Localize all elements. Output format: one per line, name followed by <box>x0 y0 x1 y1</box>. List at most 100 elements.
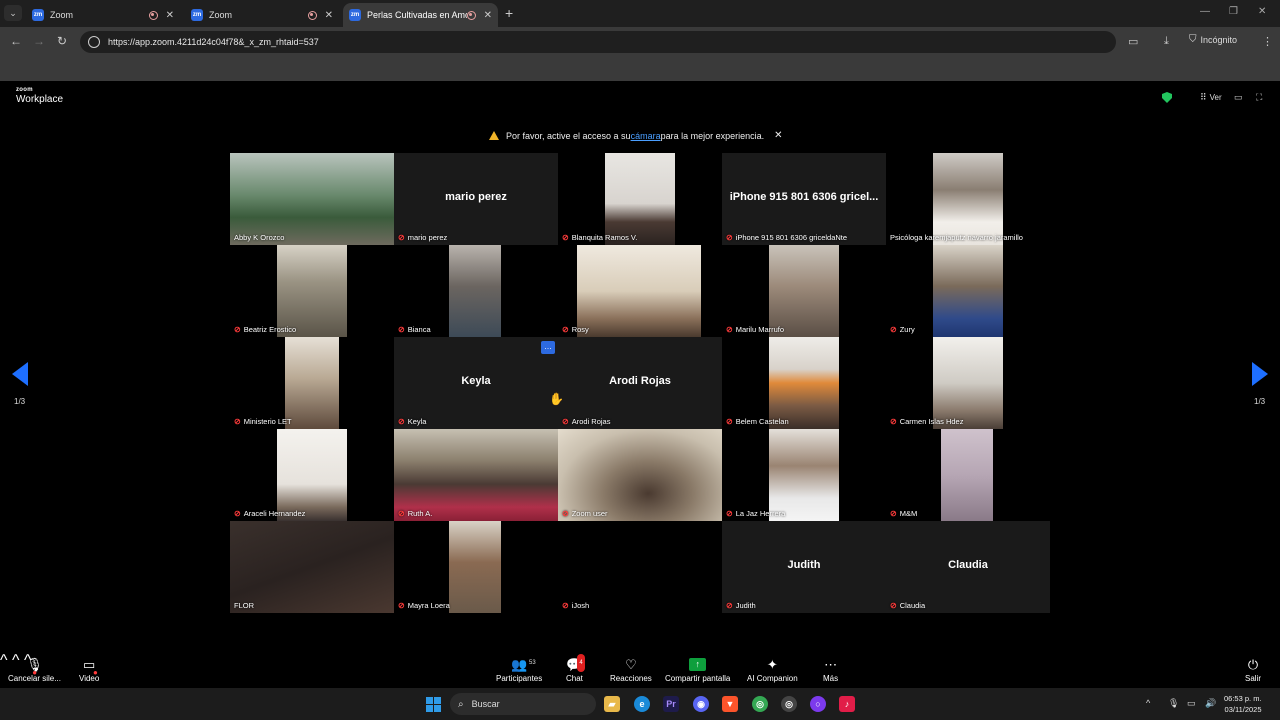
more-button[interactable]: ⋯ Más <box>823 656 838 683</box>
participant-tile-araceli[interactable]: ⊘ Araceli Hernandez <box>230 429 394 521</box>
view-button[interactable]: ⠿ Ver <box>1200 92 1222 103</box>
reader-mode-icon[interactable]: ▭ <box>1128 35 1138 48</box>
participant-tile-belem[interactable]: ⊘ Belem Castelan <box>722 337 886 429</box>
mic-muted-icon: ⊘ <box>726 233 733 242</box>
notice-close-icon[interactable]: ✕ <box>774 130 782 141</box>
tab-close-icon[interactable]: ✕ <box>166 10 174 21</box>
participant-name-tag: ⊘ Claudia <box>890 601 926 610</box>
browser-tab-perlas[interactable]: zm Perlas Cultivadas en Amor ✕ <box>343 3 498 27</box>
participant-tile-psicologa[interactable]: Psicóloga karemjaputz navarro jaramillo <box>886 153 1050 245</box>
participant-name-tag: ⊘ Beatriz Erostico <box>234 325 297 334</box>
participant-tile-rosy[interactable]: ⊘ Rosy <box>558 245 722 337</box>
chat-icon: 💬 4 <box>566 654 585 674</box>
reactions-label: Reacciones <box>610 674 652 683</box>
participant-name-tag: ⊘ Keyla <box>398 417 427 426</box>
participant-tile-mayra[interactable]: ⊘ Mayra Loera <box>394 521 558 613</box>
windows-start-icon[interactable] <box>426 697 441 712</box>
window-close-icon[interactable]: ✕ <box>1258 6 1266 17</box>
unmute-button[interactable]: 🎙 ● Cancelar sile... <box>8 656 61 683</box>
brave-icon[interactable]: ▼ <box>722 696 738 712</box>
encryption-shield-icon[interactable] <box>1162 92 1172 103</box>
participant-name-tag: ⊘ Ministerio LET <box>234 417 292 426</box>
participant-tile-marilu[interactable]: ⊘ Marilu Marrufo <box>722 245 886 337</box>
audio-options-chevron-icon[interactable]: ^ <box>0 652 8 669</box>
participant-tile-mario-perez[interactable]: mario perez ⊘ mario perez <box>394 153 558 245</box>
camera-link[interactable]: cámara <box>631 131 661 141</box>
tray-network-icon[interactable]: ▭ <box>1187 698 1196 709</box>
participant-tile-abby[interactable]: Abby K Orozco <box>230 153 394 245</box>
participant-tile-arodi-rojas[interactable]: Arodi Rojas ⊘ Arodi Rojas <box>558 337 722 429</box>
participant-video <box>933 153 1003 245</box>
address-bar[interactable]: https://app.zoom.4211d24c04f78&_x_zm_rht… <box>80 31 1116 53</box>
reactions-button[interactable]: ♡ Reacciones <box>610 656 652 683</box>
file-explorer-icon[interactable]: ▰ <box>604 696 620 712</box>
minimize-meeting-icon[interactable]: ▭ <box>1234 92 1243 103</box>
participant-name-tag: ⊘ iPhone 915 801 6306 griceldaNte <box>726 233 848 242</box>
download-icon[interactable]: ⤓ <box>1164 35 1169 48</box>
ai-companion-button[interactable]: ✦ AI Companion <box>747 656 798 683</box>
leave-button[interactable]: ⏻ Salir <box>1245 656 1261 683</box>
tray-overflow-icon[interactable]: ^ <box>1146 698 1150 708</box>
participant-tile-m-and-m[interactable]: ⊘ M&M <box>886 429 1050 521</box>
participant-tile-ministerio-let[interactable]: ⊘ Ministerio LET <box>230 337 394 429</box>
participant-name-tag: ⊘ Belem Castelan <box>726 417 789 426</box>
tile-more-options-button[interactable]: … <box>541 341 555 354</box>
participant-tile-flor[interactable]: FLOR <box>230 521 394 613</box>
mic-muted-icon: ⊘ <box>398 417 405 426</box>
leave-label: Salir <box>1245 674 1262 683</box>
back-icon[interactable]: ← <box>10 34 22 48</box>
participant-name-tag: Abby K Orozco <box>234 233 285 242</box>
chat-label: Chat <box>566 674 583 683</box>
discord-icon[interactable]: ◉ <box>693 696 709 712</box>
participant-tile-judith[interactable]: Judith ⊘ Judith <box>722 521 886 613</box>
chrome-icon[interactable]: ◎ <box>752 696 768 712</box>
chat-button[interactable]: 💬 4 Chat <box>566 654 585 683</box>
new-tab-button[interactable]: + <box>505 5 513 21</box>
participant-tile-zury[interactable]: ⊘ Zury <box>886 245 1050 337</box>
tiktok-icon[interactable]: ♪ <box>839 696 855 712</box>
tray-mic-icon[interactable]: 🎙 <box>1168 698 1179 709</box>
previous-page-arrow-icon[interactable] <box>12 362 28 386</box>
browser-menu-icon[interactable]: ⋮ <box>1262 35 1273 48</box>
share-label: Compartir pantalla <box>665 674 731 683</box>
taskbar-clock[interactable]: 06:53 p. m. 03/11/2025 <box>1224 693 1262 715</box>
tray-volume-icon[interactable]: 🔊 <box>1205 698 1216 709</box>
next-page-arrow-icon[interactable] <box>1252 362 1268 386</box>
participant-tile-iphone[interactable]: iPhone 915 801 6306 gricel... ⊘ iPhone 91… <box>722 153 886 245</box>
heart-icon: ♡ <box>625 657 637 672</box>
incognito-indicator[interactable]: ⛉ Incógnito <box>1189 34 1237 45</box>
participant-tile-zoom-user[interactable]: ⊘ Zoom user <box>558 429 722 521</box>
participant-tile-blanquita[interactable]: ⊘ Blanquita Ramos V. <box>558 153 722 245</box>
premiere-icon[interactable]: Pr <box>663 696 679 712</box>
incognito-label: Incógnito <box>1200 34 1238 45</box>
minimize-icon[interactable]: — <box>1200 6 1210 17</box>
participant-tile-la-jaz[interactable]: ⊘ La Jaz Herrera <box>722 429 886 521</box>
forward-icon[interactable]: → <box>33 34 45 48</box>
fullscreen-icon[interactable]: ⛶ <box>1256 92 1262 103</box>
hand-cursor-icon: ✋ <box>549 392 564 406</box>
participant-tile-ruth[interactable]: ⊘ Ruth A. <box>394 429 558 521</box>
tab-search-chevron-icon[interactable]: ⌄ <box>4 5 22 21</box>
participant-tile-claudia[interactable]: Claudia ⊘ Claudia <box>886 521 1050 613</box>
participants-icon: 👥 53 <box>511 656 536 674</box>
participant-tile-bianca[interactable]: ⊘ Bianca <box>394 245 558 337</box>
reload-icon[interactable]: ↻ <box>57 34 67 48</box>
video-button[interactable]: ▭ ● Video <box>79 656 99 683</box>
taskbar-search[interactable]: ⌕ Buscar <box>450 693 596 715</box>
chrome-incognito-icon[interactable]: ◎ <box>781 696 797 712</box>
participant-tile-beatriz[interactable]: ⊘ Beatriz Erostico <box>230 245 394 337</box>
clock-date: 03/11/2025 <box>1224 705 1262 714</box>
tab-close-icon[interactable]: ✕ <box>484 10 492 21</box>
maximize-icon[interactable]: ❐ <box>1229 6 1238 17</box>
share-screen-button[interactable]: ↑ Compartir pantalla <box>665 656 730 683</box>
browser-tab-zoom-2[interactable]: zm Zoom ✕ <box>185 3 339 27</box>
participant-tile-carmen[interactable]: ⊘ Carmen Islas Hdez <box>886 337 1050 429</box>
app-icon[interactable]: ○ <box>810 696 826 712</box>
browser-tab-zoom-1[interactable]: zm Zoom ✕ <box>26 3 180 27</box>
site-info-icon[interactable] <box>88 36 100 48</box>
participant-tile-ijosh[interactable]: ⊘ iJosh <box>558 521 722 613</box>
participant-tile-keyla[interactable]: Keyla ⊘ Keyla <box>394 337 558 429</box>
tab-close-icon[interactable]: ✕ <box>325 10 333 21</box>
participants-button[interactable]: 👥 53 Participantes <box>496 656 542 683</box>
edge-icon[interactable]: e <box>634 696 650 712</box>
